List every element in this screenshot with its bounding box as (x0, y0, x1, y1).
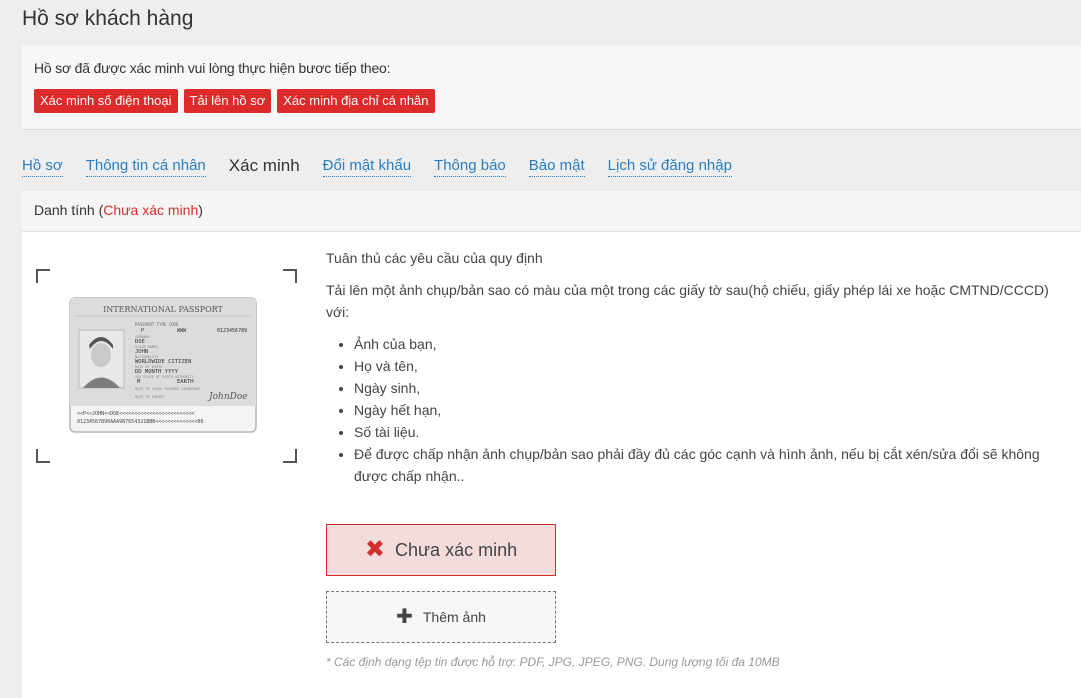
identity-panel: Danh tính (Chưa xác minh) INTERNATIONAL … (22, 189, 1081, 698)
x-icon: ✖ (364, 536, 385, 563)
tab-security[interactable]: Bảo mật (528, 157, 585, 177)
verification-notice: Hồ sơ đã được xác minh vui lòng thực hiệ… (22, 45, 1081, 130)
frame-corner-icon (283, 269, 297, 283)
requirements: Tuân thủ các yêu cầu của quy định Tải lê… (326, 247, 1071, 487)
profile-tabs: Hồ sơ Thông tin cá nhân Xác minh Đổi mật… (22, 153, 755, 177)
identity-label: Danh tính (34, 202, 95, 218)
list-item: Ngày hết hạn, (354, 399, 1071, 421)
verify-address-button[interactable]: Xác minh địa chỉ cá nhân (277, 89, 435, 113)
passport-signature: JohnDoe (207, 392, 248, 402)
plus-icon: ✚ (396, 606, 413, 628)
list-item: Họ và tên, (354, 355, 1071, 377)
list-item: Ngày sinh, (354, 377, 1071, 399)
list-item: Ảnh của bạn, (354, 333, 1071, 355)
svg-text:PASSPORT TYPE CODE: PASSPORT TYPE CODE (135, 322, 179, 327)
passport-mrz-line-1: <<P<<JOHN<<DOE<<<<<<<<<<<<<<<<<<<<<<<<< (77, 411, 194, 417)
svg-text:DATE OF ISSUE HOLDERS SIGNAT: DATE OF ISSUE HOLDERS SIGNATURE (135, 387, 200, 391)
passport-place-of-birth: EARTH (177, 379, 194, 385)
requirements-title: Tuân thủ các yêu cầu của quy định (326, 250, 543, 266)
tab-profile[interactable]: Hồ sơ (22, 157, 63, 177)
document-frame: INTERNATIONAL PASSPORT PASSPORT TYPE COD… (36, 269, 297, 463)
passport-code: WWW (177, 328, 187, 334)
tab-notifications[interactable]: Thông báo (434, 157, 506, 177)
requirements-description: Tải lên một ảnh chụp/bản sao có màu của … (326, 282, 1049, 320)
upload-profile-button[interactable]: Tải lên hồ sơ (183, 89, 272, 113)
tab-login-history[interactable]: Lịch sử đăng nhập (607, 157, 732, 177)
frame-corner-icon (283, 449, 297, 463)
list-item: Số tài liệu. (354, 421, 1071, 443)
svg-text:P: P (141, 328, 144, 334)
verification-status-box: ✖ Chưa xác minh (326, 524, 556, 576)
tab-verification[interactable]: Xác minh (229, 156, 300, 177)
panel-header: Danh tính (Chưa xác minh) (22, 189, 1081, 232)
frame-corner-icon (36, 449, 50, 463)
list-item: Để được chấp nhận ảnh chụp/bản sao phải … (354, 443, 1071, 487)
svg-text:DATE OF EXPIRY: DATE OF EXPIRY (135, 395, 165, 399)
verification-status-label: Chưa xác minh (395, 539, 518, 560)
tab-change-password[interactable]: Đổi mật khẩu (322, 157, 412, 177)
add-photo-label: Thêm ảnh (422, 609, 486, 625)
page-title: Hồ sơ khách hàng (22, 7, 194, 30)
identity-status: Chưa xác minh (103, 202, 199, 218)
passport-sample-image: INTERNATIONAL PASSPORT PASSPORT TYPE COD… (69, 297, 257, 433)
passport-number: 0123456789 (217, 328, 247, 334)
passport-mrz-line-2: 01234567890AAA987654321BBB<<<<<<<<<<<<<<… (77, 419, 203, 425)
file-format-note: * Các định dạng tệp tin được hỗ trợ: PDF… (326, 655, 780, 669)
verify-phone-button[interactable]: Xác minh số điện thoại (34, 89, 178, 113)
requirements-list: Ảnh của bạn, Họ và tên, Ngày sinh, Ngày … (326, 333, 1071, 487)
frame-corner-icon (36, 269, 50, 283)
add-photo-button[interactable]: ✚ Thêm ảnh (326, 591, 556, 643)
notice-text: Hồ sơ đã được xác minh vui lòng thực hiệ… (34, 60, 391, 76)
tab-personal-info[interactable]: Thông tin cá nhân (85, 157, 206, 177)
passport-title: INTERNATIONAL PASSPORT (103, 305, 223, 314)
notice-buttons: Xác minh số điện thoại Tải lên hồ sơ Xác… (34, 89, 435, 113)
